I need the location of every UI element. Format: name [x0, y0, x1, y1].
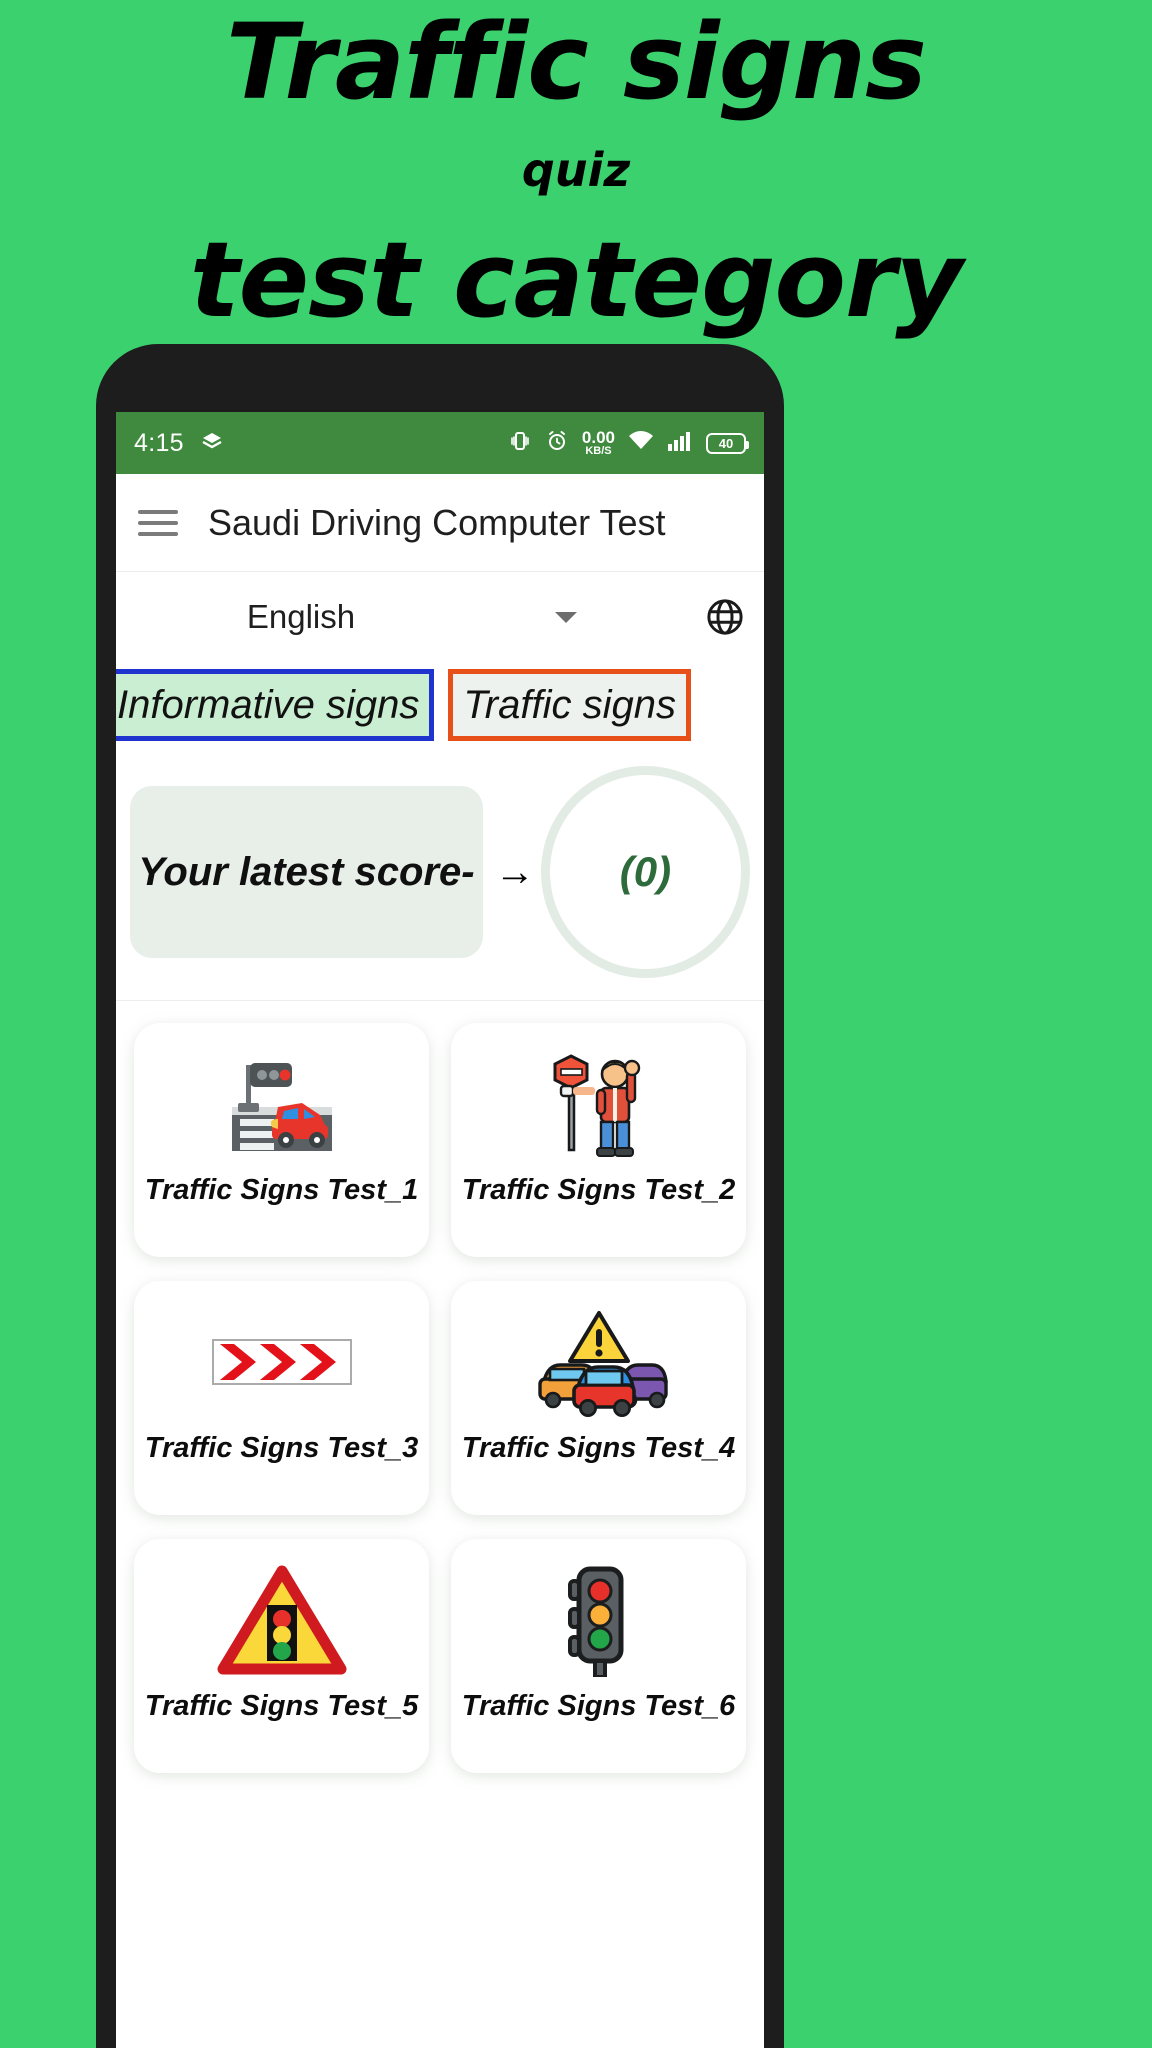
- test-card[interactable]: Traffic Signs Test_6: [451, 1539, 746, 1773]
- network-speed-value: 0.00: [581, 428, 615, 447]
- vibrate-icon: [508, 429, 532, 458]
- tab-label: Informative signs: [117, 682, 420, 727]
- test-card-label: Traffic Signs Test_3: [144, 1432, 419, 1464]
- promo-secondary-title: test category: [189, 219, 963, 342]
- tab-traffic-signs[interactable]: Traffic signs: [448, 669, 691, 741]
- test-card[interactable]: Traffic Signs Test_1: [134, 1023, 429, 1257]
- layers-icon: [200, 429, 224, 458]
- category-tabs: Informative signs Traffic signs: [116, 662, 764, 748]
- alarm-icon: [545, 429, 569, 458]
- page-title: Saudi Driving Computer Test: [208, 501, 666, 543]
- chevron-down-icon[interactable]: [555, 611, 578, 623]
- test-card-label: Traffic Signs Test_5: [144, 1690, 419, 1722]
- test-card[interactable]: Traffic Signs Test_4: [451, 1281, 746, 1515]
- latest-score-label: Your latest score-: [130, 786, 483, 958]
- promo-title: Traffic signs: [226, 1, 927, 123]
- arrow-right-icon: →: [494, 849, 535, 894]
- status-bar-left: 4:15: [134, 429, 224, 458]
- test-card-label: Traffic Signs Test_6: [461, 1690, 736, 1722]
- language-selected-value: English: [246, 598, 356, 635]
- test-card-label: Traffic Signs Test_4: [461, 1432, 736, 1464]
- language-row: English: [116, 572, 764, 662]
- test-card-label: Traffic Signs Test_2: [461, 1174, 736, 1206]
- signal-icon: [667, 430, 693, 457]
- network-speed-indicator: 0.00 KB/S: [582, 429, 615, 457]
- tab-label: Traffic signs: [463, 682, 676, 727]
- app-bar: Saudi Driving Computer Test: [116, 474, 764, 572]
- promo-header: Traffic signs quiz test category: [0, 0, 1152, 341]
- test-card[interactable]: Traffic Signs Test_3: [134, 1281, 429, 1515]
- status-bar: 4:15 0.00 KB/S 40: [116, 412, 764, 474]
- status-time: 4:15: [134, 428, 184, 457]
- status-bar-right: 0.00 KB/S 40: [508, 429, 749, 458]
- latest-score-value: (0): [540, 766, 750, 978]
- traffic-light-icon: [557, 1565, 641, 1677]
- traffic-officer-stop-sign-icon: [539, 1049, 659, 1161]
- traffic-light-crosswalk-car-icon: [216, 1049, 348, 1161]
- promo-subtitle: quiz: [521, 143, 631, 198]
- network-speed-unit: KB/S: [585, 445, 612, 457]
- phone-mockup: 4:15 0.00 KB/S 40 Saudi Driving Computer…: [96, 344, 784, 2048]
- test-card-label: Traffic Signs Test_1: [144, 1174, 419, 1206]
- phone-screen: 4:15 0.00 KB/S 40 Saudi Driving Computer…: [116, 412, 764, 2048]
- latest-score-section: Your latest score- → (0): [116, 748, 764, 1001]
- warning-triangle-traffic-jam-icon: [528, 1307, 670, 1419]
- warning-triangle-traffic-light-icon: [217, 1565, 347, 1677]
- red-chevron-arrow-sign-icon: [211, 1307, 352, 1419]
- test-card[interactable]: Traffic Signs Test_5: [134, 1539, 429, 1773]
- test-card[interactable]: Traffic Signs Test_2: [451, 1023, 746, 1257]
- language-dropdown[interactable]: English: [134, 598, 690, 636]
- wifi-icon: [628, 430, 654, 457]
- hamburger-icon[interactable]: [138, 503, 178, 543]
- globe-icon[interactable]: [704, 596, 746, 638]
- test-card-grid: Traffic Signs Test_1 Traffic Signs Test_…: [116, 1001, 764, 1773]
- tab-informative-signs[interactable]: Informative signs: [116, 669, 435, 741]
- battery-indicator: 40: [706, 432, 749, 454]
